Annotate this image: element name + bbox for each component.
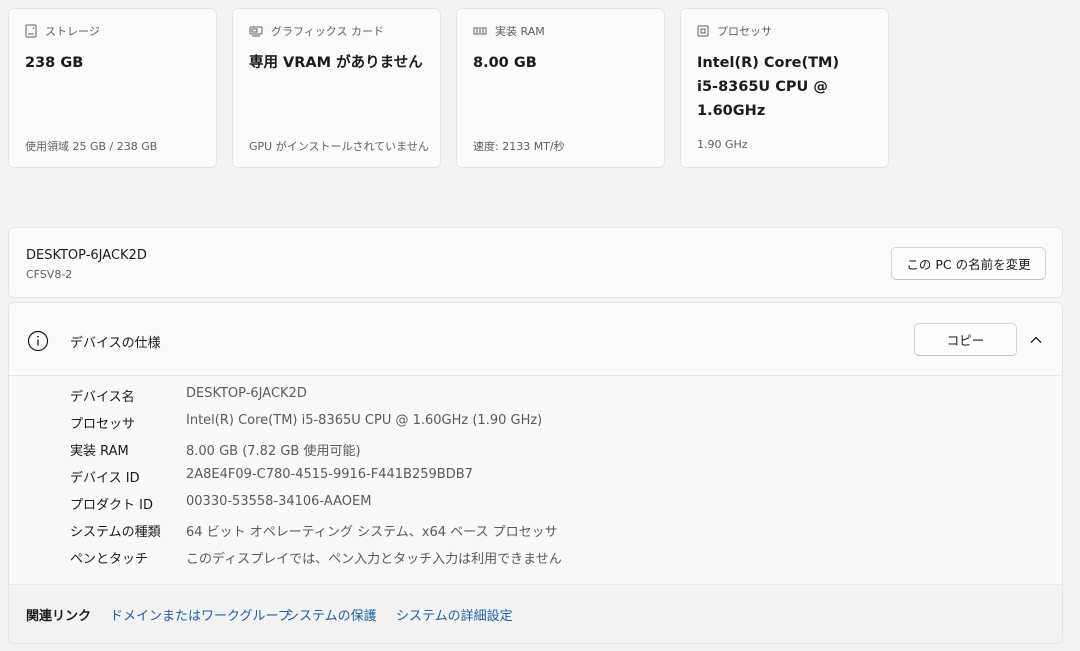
graphics-value: 専用 VRAM がありません — [249, 55, 423, 71]
related-links-label: 関連リンク — [26, 609, 92, 624]
system-protection-link[interactable]: システムの保護 — [286, 605, 377, 624]
storage-usage: 使用領域 25 GB / 238 GB — [25, 140, 158, 153]
spec-key: デバイス ID — [70, 471, 140, 486]
storage-card: ストレージ 238 GB 使用領域 25 GB / 238 GB — [8, 8, 217, 168]
storage-icon — [25, 24, 37, 38]
domain-workgroup-link[interactable]: ドメインまたはワークグループ — [110, 605, 291, 624]
spec-key: デバイス名 — [70, 390, 135, 405]
spec-row-ram: 実装 RAM 8.00 GB (7.82 GB 使用可能) — [9, 440, 1062, 467]
spec-value: 00330-53558-34106-AAOEM — [186, 494, 372, 509]
processor-icon — [697, 25, 709, 37]
graphics-label: グラフィックス カード — [271, 25, 384, 38]
spec-key: 実装 RAM — [70, 444, 129, 459]
storage-value: 238 GB — [25, 55, 84, 71]
spec-row-system-type: システムの種類 64 ビット オペレーティング システム、x64 ベース プロセ… — [9, 521, 1062, 548]
ram-speed: 速度: 2133 MT/秒 — [473, 140, 565, 153]
spec-value: 64 ビット オペレーティング システム、x64 ベース プロセッサ — [186, 525, 558, 540]
device-specs-header[interactable]: デバイスの仕様 コピー — [9, 303, 1062, 376]
ram-card: 実装 RAM 8.00 GB 速度: 2133 MT/秒 — [456, 8, 665, 168]
spec-key: プロセッサ — [70, 417, 136, 432]
spec-row-pen-touch: ペンとタッチ このディスプレイでは、ペン入力とタッチ入力は利用できません — [9, 548, 1062, 575]
graphics-card: グラフィックス カード 専用 VRAM がありません GPU がインストールされ… — [232, 8, 441, 168]
spec-value: DESKTOP-6JACK2D — [186, 386, 307, 401]
advanced-system-settings-link[interactable]: システムの詳細設定 — [396, 605, 513, 624]
processor-speed: 1.90 GHz — [697, 138, 748, 151]
device-specs-panel: デバイスの仕様 コピー デバイス名 DESKTOP-6JACK2D プロセッサ … — [8, 302, 1063, 644]
copy-button[interactable]: コピー — [914, 323, 1017, 356]
storage-label: ストレージ — [45, 25, 100, 38]
pc-name: DESKTOP-6JACK2D — [26, 248, 147, 263]
related-links-bar: 関連リンク ドメインまたはワークグループ システムの保護 システムの詳細設定 — [9, 584, 1062, 643]
pc-name-panel: DESKTOP-6JACK2D CFSV8-2 この PC の名前を変更 — [8, 227, 1063, 298]
spec-row-product-id: プロダクト ID 00330-53558-34106-AAOEM — [9, 494, 1062, 521]
spec-row-processor: プロセッサ Intel(R) Core(TM) i5-8365U CPU @ 1… — [9, 413, 1062, 440]
device-specs-list: デバイス名 DESKTOP-6JACK2D プロセッサ Intel(R) Cor… — [9, 386, 1062, 575]
pc-model: CFSV8-2 — [26, 268, 73, 281]
chevron-up-icon[interactable] — [1029, 332, 1043, 351]
graphics-card-icon — [249, 25, 263, 37]
processor-value: Intel(R) Core(TM) i5-8365U CPU @ 1.60GHz — [697, 55, 840, 119]
spec-row-device-id: デバイス ID 2A8E4F09-C780-4515-9916-F441B259… — [9, 467, 1062, 494]
spec-key: ペンとタッチ — [70, 552, 149, 567]
spec-value: このディスプレイでは、ペン入力とタッチ入力は利用できません — [186, 552, 562, 567]
processor-card-header: プロセッサ — [697, 23, 772, 39]
graphics-card-header: グラフィックス カード — [249, 23, 384, 39]
device-specs-title: デバイスの仕様 — [70, 336, 161, 351]
processor-card: プロセッサ Intel(R) Core(TM) i5-8365U CPU @ 1… — [680, 8, 889, 168]
spec-value: Intel(R) Core(TM) i5-8365U CPU @ 1.60GHz… — [186, 413, 543, 428]
ram-card-header: 実装 RAM — [473, 23, 545, 39]
spec-key: プロダクト ID — [70, 498, 153, 513]
spec-row-device-name: デバイス名 DESKTOP-6JACK2D — [9, 386, 1062, 413]
ram-label: 実装 RAM — [495, 25, 545, 38]
info-icon — [27, 330, 49, 356]
spec-value: 8.00 GB (7.82 GB 使用可能) — [186, 444, 361, 459]
rename-pc-button[interactable]: この PC の名前を変更 — [891, 247, 1046, 280]
memory-icon — [473, 26, 487, 36]
spec-key: システムの種類 — [70, 525, 161, 540]
ram-value: 8.00 GB — [473, 55, 537, 71]
spec-value: 2A8E4F09-C780-4515-9916-F441B259BDB7 — [186, 467, 473, 482]
processor-label: プロセッサ — [717, 25, 772, 38]
graphics-status: GPU がインストールされていません — [249, 140, 429, 153]
storage-card-header: ストレージ — [25, 23, 100, 39]
